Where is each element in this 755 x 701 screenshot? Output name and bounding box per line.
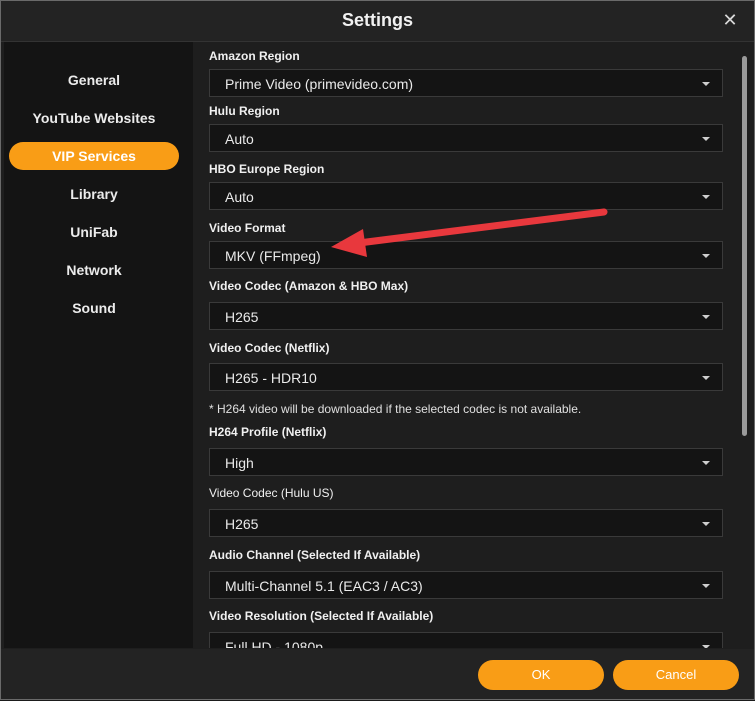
h264-profile-netflix-label: H264 Profile (Netflix) [209, 425, 327, 439]
video-codec-netflix-label: Video Codec (Netflix) [209, 341, 330, 355]
hulu-region-label: Hulu Region [209, 104, 280, 118]
title-bar: Settings ✕ [1, 1, 754, 42]
audio-channel-value: Multi-Channel 5.1 (EAC3 / AC3) [225, 578, 423, 594]
scrollbar-thumb[interactable] [742, 56, 747, 436]
sidebar-item-network[interactable]: Network [9, 256, 179, 284]
chevron-down-icon [702, 584, 710, 588]
chevron-down-icon [702, 82, 710, 86]
chevron-down-icon [702, 137, 710, 141]
amazon-region-value: Prime Video (primevideo.com) [225, 76, 414, 92]
video-resolution-label: Video Resolution (Selected If Available) [209, 609, 434, 623]
video-resolution-select[interactable]: Full HD - 1080p [209, 632, 723, 648]
video-resolution-value: Full HD - 1080p [225, 639, 324, 648]
settings-panel: Amazon Region Prime Video (primevideo.co… [193, 42, 737, 648]
sidebar-item-general[interactable]: General [9, 66, 179, 94]
amazon-region-label: Amazon Region [209, 49, 300, 63]
video-codec-netflix-select[interactable]: H265 - HDR10 [209, 363, 723, 391]
window-title: Settings [341, 10, 413, 30]
sidebar: General YouTube Websites VIP Services Li… [4, 42, 193, 648]
video-format-label: Video Format [209, 221, 286, 235]
footer: OK Cancel [1, 649, 754, 699]
sidebar-item-youtube-websites[interactable]: YouTube Websites [9, 104, 179, 132]
video-codec-amazon-label: Video Codec (Amazon & HBO Max) [209, 279, 409, 293]
hbo-europe-region-select[interactable]: Auto [209, 182, 723, 210]
hbo-europe-region-label: HBO Europe Region [209, 162, 325, 176]
sidebar-item-sound[interactable]: Sound [9, 294, 179, 322]
hulu-region-select[interactable]: Auto [209, 124, 723, 152]
sidebar-item-vip-services[interactable]: VIP Services [9, 142, 179, 170]
video-codec-hulu-value: H265 [225, 516, 259, 532]
settings-window: Settings ✕ General YouTube Websites VIP … [0, 0, 755, 700]
video-codec-amazon-select[interactable]: H265 [209, 302, 723, 330]
close-icon[interactable]: ✕ [720, 10, 740, 30]
chevron-down-icon [702, 195, 710, 199]
chevron-down-icon [702, 315, 710, 319]
video-codec-hulu-select[interactable]: H265 [209, 509, 723, 537]
chevron-down-icon [702, 254, 710, 258]
chevron-down-icon [702, 376, 710, 380]
audio-channel-label: Audio Channel (Selected If Available) [209, 548, 421, 562]
codec-note: * H264 video will be downloaded if the s… [209, 402, 582, 416]
video-format-value: MKV (FFmpeg) [225, 248, 321, 264]
hbo-europe-region-value: Auto [225, 189, 254, 205]
cancel-button[interactable]: Cancel [613, 660, 739, 690]
chevron-down-icon [702, 522, 710, 526]
video-codec-hulu-label: Video Codec (Hulu US) [209, 486, 334, 500]
hulu-region-value: Auto [225, 131, 254, 147]
ok-button[interactable]: OK [478, 660, 604, 690]
h264-profile-netflix-select[interactable]: High [209, 448, 723, 476]
amazon-region-select[interactable]: Prime Video (primevideo.com) [209, 69, 723, 97]
audio-channel-select[interactable]: Multi-Channel 5.1 (EAC3 / AC3) [209, 571, 723, 599]
video-codec-amazon-value: H265 [225, 309, 259, 325]
video-codec-netflix-value: H265 - HDR10 [225, 370, 317, 386]
chevron-down-icon [702, 645, 710, 648]
chevron-down-icon [702, 461, 710, 465]
h264-profile-netflix-value: High [225, 455, 254, 471]
sidebar-item-unifab[interactable]: UniFab [9, 218, 179, 246]
sidebar-item-library[interactable]: Library [9, 180, 179, 208]
scrollbar[interactable] [737, 42, 754, 648]
video-format-select[interactable]: MKV (FFmpeg) [209, 241, 723, 269]
